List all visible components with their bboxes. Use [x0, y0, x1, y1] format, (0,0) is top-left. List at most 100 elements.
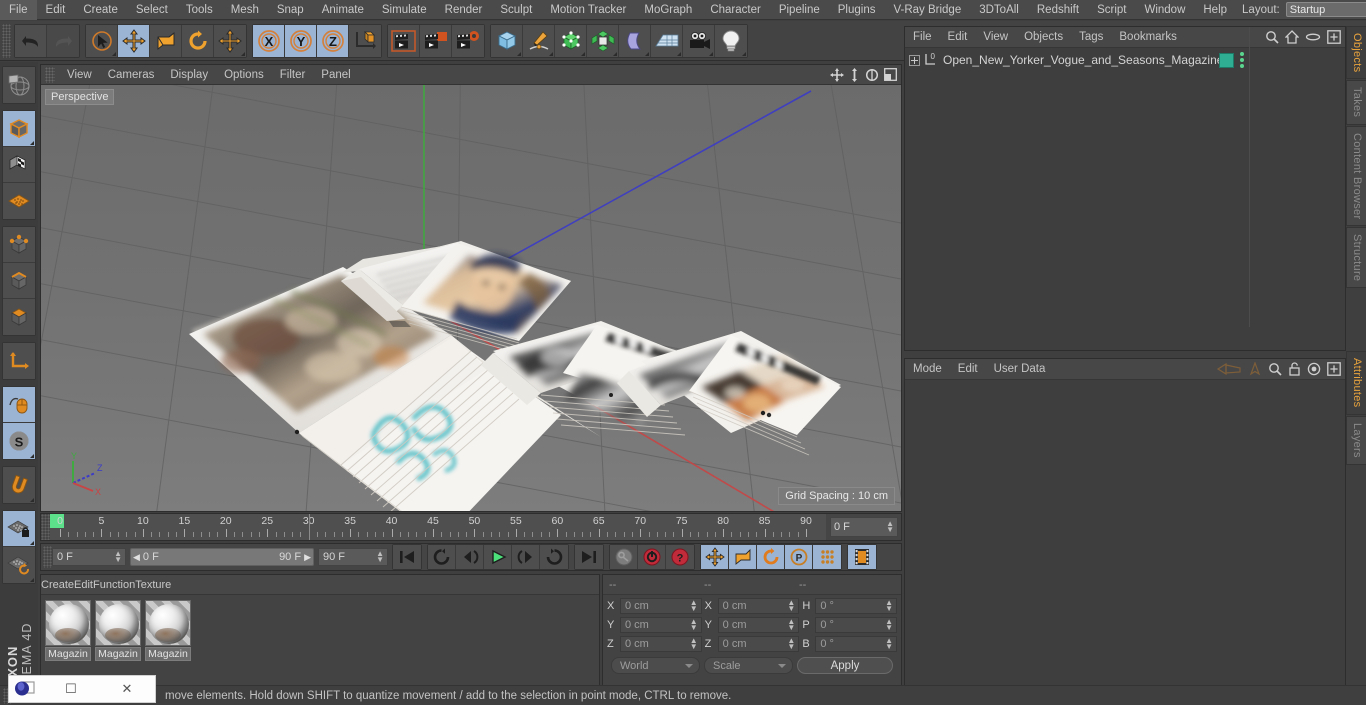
- menu-item-file[interactable]: File: [0, 0, 37, 20]
- transform-tool[interactable]: [214, 24, 246, 57]
- lock-z-axis-button[interactable]: Z: [317, 24, 349, 57]
- stepper-icon[interactable]: ▲ ▼: [690, 599, 698, 613]
- dock-tab-layers[interactable]: Layers: [1346, 415, 1366, 465]
- restore-window-button[interactable]: ☐: [43, 681, 99, 697]
- menu-item-render[interactable]: Render: [436, 0, 492, 20]
- stepper-icon[interactable]: ▲ ▼: [787, 599, 795, 613]
- menu-item-window[interactable]: Window: [1135, 0, 1194, 20]
- add-bend-button[interactable]: [619, 24, 651, 57]
- history-back-icon[interactable]: [1216, 362, 1242, 376]
- coord-position-y-field[interactable]: 0 cm ▲ ▼: [620, 617, 702, 633]
- stepper-icon[interactable]: ▲ ▼: [376, 550, 384, 564]
- stepper-icon[interactable]: ▲ ▼: [787, 618, 795, 632]
- play-button[interactable]: [484, 545, 512, 569]
- menu-item-snap[interactable]: Snap: [268, 0, 313, 20]
- menu-item-script[interactable]: Script: [1088, 0, 1135, 20]
- play-forward-loop-button[interactable]: [540, 545, 568, 569]
- viewport-drag-grip[interactable]: [45, 66, 55, 83]
- dock-tab-takes[interactable]: Takes: [1346, 80, 1366, 125]
- viewport-menu-options[interactable]: Options: [216, 65, 272, 85]
- viewport-menu-cameras[interactable]: Cameras: [100, 65, 163, 85]
- timeline-ruler[interactable]: 051015202530354045505560657075808590: [50, 514, 826, 540]
- coord-size-z-field[interactable]: 0 cm ▲ ▼: [717, 636, 800, 652]
- stepper-icon[interactable]: ▲ ▼: [886, 520, 894, 534]
- redo-button[interactable]: [47, 24, 79, 57]
- material-thumbnail[interactable]: [145, 600, 191, 646]
- layout-dropdown[interactable]: Startup: [1285, 2, 1366, 17]
- add-scene-object-button[interactable]: [651, 24, 683, 57]
- expand-tree-icon[interactable]: [909, 54, 920, 66]
- object-menu-objects[interactable]: Objects: [1016, 27, 1071, 48]
- menu-item-simulate[interactable]: Simulate: [373, 0, 436, 20]
- render-to-picture-viewer-button[interactable]: [420, 24, 452, 57]
- render-view-button[interactable]: [388, 24, 420, 57]
- go-to-end-button[interactable]: [575, 545, 603, 569]
- edge-mode-button[interactable]: [3, 263, 35, 299]
- dock-tab-content-browser[interactable]: Content Browser: [1346, 125, 1366, 227]
- range-left-arrow-icon[interactable]: ◀: [133, 552, 140, 563]
- autokeying-button[interactable]: [610, 545, 638, 569]
- material-item[interactable]: Magazin: [95, 600, 141, 661]
- menu-item-edit[interactable]: Edit: [37, 0, 75, 20]
- expand-icon[interactable]: [1327, 362, 1341, 376]
- menu-item-3dtoall[interactable]: 3DToAll: [970, 0, 1028, 20]
- menu-item-character[interactable]: Character: [701, 0, 770, 20]
- material-menu-edit[interactable]: Edit: [74, 579, 93, 591]
- rotate-icon[interactable]: [865, 68, 879, 82]
- add-camera-button[interactable]: [683, 24, 715, 57]
- current-frame-field[interactable]: 0 F ▲ ▼: [52, 548, 126, 566]
- record-active-objects-button[interactable]: [638, 545, 666, 569]
- close-window-button[interactable]: ✕: [99, 681, 155, 697]
- maximize-icon[interactable]: [884, 68, 897, 81]
- object-menu-file[interactable]: File: [905, 27, 940, 48]
- end-frame-field[interactable]: 90 F ▲ ▼: [318, 548, 388, 566]
- viewport-menu-display[interactable]: Display: [162, 65, 216, 85]
- live-selection-tool[interactable]: [86, 24, 118, 57]
- coord-rotation-p-field[interactable]: 0 ° ▲ ▼: [815, 617, 898, 633]
- stepper-icon[interactable]: ▲ ▼: [114, 550, 122, 564]
- dolly-icon[interactable]: [849, 67, 860, 82]
- material-thumbnail[interactable]: [45, 600, 91, 646]
- material-menu-function[interactable]: Function: [93, 579, 135, 591]
- polygon-mode-button[interactable]: [3, 299, 35, 335]
- material-menu-create[interactable]: Create: [41, 579, 74, 591]
- viewport-menu-filter[interactable]: Filter: [272, 65, 314, 85]
- viewport-solo-button[interactable]: [3, 387, 35, 423]
- step-forward-button[interactable]: [512, 545, 540, 569]
- viewport-menu-panel[interactable]: Panel: [313, 65, 358, 85]
- coordinate-mode-dropdown[interactable]: Scale: [704, 657, 793, 674]
- range-right-arrow-icon[interactable]: ▶: [301, 552, 311, 563]
- point-mode-button[interactable]: [3, 227, 35, 263]
- play-reverse-loop-button[interactable]: [428, 545, 456, 569]
- add-deformer-button[interactable]: [587, 24, 619, 57]
- menu-item-redshift[interactable]: Redshift: [1028, 0, 1088, 20]
- record-position-button[interactable]: [701, 545, 729, 569]
- menu-item-create[interactable]: Create: [74, 0, 127, 20]
- dock-tab-attributes[interactable]: Attributes: [1346, 351, 1366, 415]
- viewport-menu-view[interactable]: View: [59, 65, 100, 85]
- coord-size-y-field[interactable]: 0 cm ▲ ▼: [717, 617, 800, 633]
- dock-tab-objects[interactable]: Objects: [1346, 26, 1366, 80]
- eye-icon[interactable]: [1305, 30, 1321, 44]
- pin-icon[interactable]: [1248, 362, 1262, 376]
- material-item[interactable]: Magazin: [145, 600, 191, 661]
- object-menu-view[interactable]: View: [975, 27, 1016, 48]
- rotate-tool[interactable]: [182, 24, 214, 57]
- search-icon[interactable]: [1265, 30, 1279, 44]
- attribute-menu-edit[interactable]: Edit: [950, 359, 986, 380]
- attribute-menu-mode[interactable]: Mode: [905, 359, 950, 380]
- viewport-canvas[interactable]: Perspective Grid Spacing : 10 cm Y Z X: [41, 85, 901, 511]
- timeline-drag-grip[interactable]: [41, 514, 50, 540]
- undo-button[interactable]: [15, 24, 47, 57]
- make-editable-button[interactable]: [3, 67, 35, 103]
- search-icon[interactable]: [1268, 362, 1282, 376]
- coord-size-x-field[interactable]: 0 cm ▲ ▼: [717, 598, 800, 614]
- stepper-icon[interactable]: ▲ ▼: [690, 637, 698, 651]
- menu-item-motion-tracker[interactable]: Motion Tracker: [541, 0, 635, 20]
- menu-item-sculpt[interactable]: Sculpt: [491, 0, 541, 20]
- add-cube-button[interactable]: [491, 24, 523, 57]
- menu-item-mesh[interactable]: Mesh: [222, 0, 268, 20]
- workplane-mode-button[interactable]: [3, 183, 35, 219]
- preview-range-slider[interactable]: ◀ 0 F 90 F ▶: [130, 548, 314, 566]
- material-tag-icon[interactable]: [1219, 52, 1234, 68]
